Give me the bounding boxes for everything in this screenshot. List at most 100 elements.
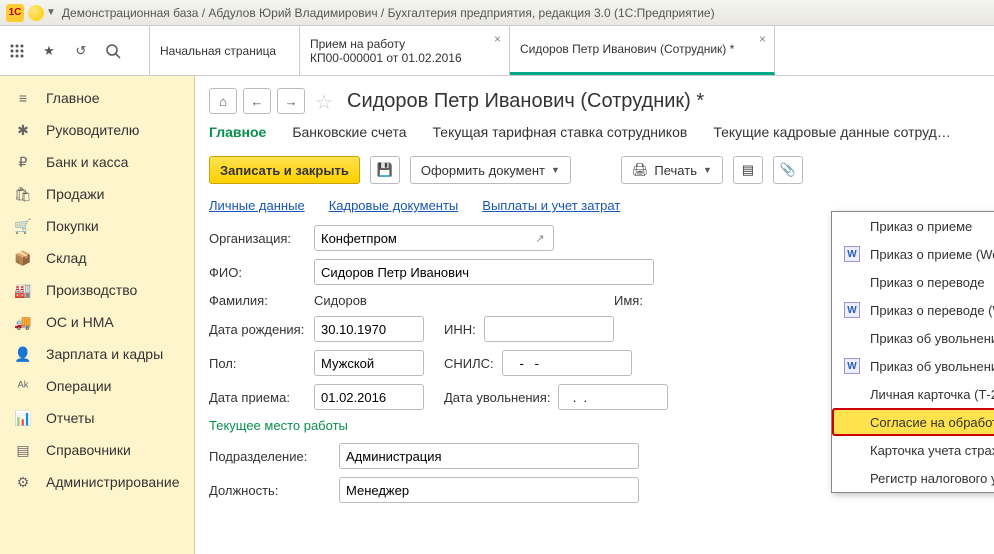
open-ref-icon[interactable]: ↗	[530, 228, 550, 248]
tab-start-page[interactable]: Начальная страница	[150, 26, 300, 75]
pos-label: Должность:	[209, 483, 339, 498]
title-bar: 1С ▼ Демонстрационная база / Абдулов Юри…	[0, 0, 994, 26]
menu-item-label: Приказ о приеме	[870, 219, 972, 234]
app-logo-icon: 1С	[6, 4, 24, 22]
snils-input[interactable]	[502, 350, 632, 376]
close-icon[interactable]: ×	[759, 32, 766, 46]
tab-hire-doc[interactable]: Прием на работу КП00-000001 от 01.02.201…	[300, 26, 510, 75]
star-icon[interactable]: ★	[40, 42, 58, 60]
menu-item-label: Согласие на обработку ПДн...	[870, 415, 994, 430]
sidebar-item-main[interactable]: ≡Главное	[0, 82, 194, 114]
factory-icon: 🏭	[14, 281, 32, 299]
sidebar-item-operations[interactable]: ᴬᵏОперации	[0, 370, 194, 402]
fio-label: ФИО:	[209, 265, 314, 280]
dob-input[interactable]	[314, 316, 424, 342]
sidebar-item-label: Банк и касса	[46, 154, 128, 170]
sidebar-item-label: Администрирование	[46, 474, 180, 490]
home-button[interactable]: ⌂	[209, 88, 237, 114]
button-label: Печать	[654, 163, 697, 178]
fire-date-input[interactable]	[558, 384, 668, 410]
print-menu-item[interactable]: WПриказ о приеме (Word)	[832, 240, 994, 268]
sidebar-item-warehouse[interactable]: 📦Склад	[0, 242, 194, 274]
ruble-icon: ₽	[14, 153, 32, 171]
sidebar-item-admin[interactable]: ⚙Администрирование	[0, 466, 194, 498]
org-input[interactable]	[314, 225, 554, 251]
sidebar-item-reports[interactable]: 📊Отчеты	[0, 402, 194, 434]
sidebar-item-assets[interactable]: 🚚ОС и НМА	[0, 306, 194, 338]
print-menu-item[interactable]: •Личная карточка (Т-2)	[832, 380, 994, 408]
apps-icon[interactable]	[8, 42, 26, 60]
close-icon[interactable]: ×	[494, 32, 501, 46]
print-menu-item[interactable]: •Приказ об увольнении	[832, 324, 994, 352]
chevron-down-icon: ▼	[551, 165, 560, 175]
hire-date-input[interactable]	[314, 384, 424, 410]
sidebar-item-bank[interactable]: ₽ Банк и касса	[0, 146, 194, 178]
sidebar-item-manager[interactable]: ✱Руководителю	[0, 114, 194, 146]
save-and-close-button[interactable]: Записать и закрыть	[209, 156, 360, 184]
tool-strip: ★ ↺	[0, 26, 150, 76]
inn-input[interactable]	[484, 316, 614, 342]
snils-label: СНИЛС:	[444, 356, 494, 371]
tab-employee[interactable]: Сидоров Петр Иванович (Сотрудник) * ×	[510, 26, 775, 75]
sidebar-item-sales[interactable]: 🛍Продажи	[0, 178, 194, 210]
pos-input[interactable]	[339, 477, 639, 503]
ctab-bank[interactable]: Банковские счета	[292, 124, 406, 142]
create-document-button[interactable]: Оформить документ ▼	[410, 156, 571, 184]
dep-input[interactable]	[339, 443, 639, 469]
sex-label: Пол:	[209, 356, 314, 371]
print-menu-item[interactable]: •Приказ о приеме	[832, 212, 994, 240]
print-menu-item[interactable]: WПриказ о переводе (Word)	[832, 296, 994, 324]
ball-icon[interactable]	[28, 5, 44, 21]
forward-button[interactable]: →	[277, 88, 305, 114]
print-menu-item[interactable]: •Приказ о переводе	[832, 268, 994, 296]
print-menu-item[interactable]: W Приказ об увольнении (Word)	[832, 352, 994, 380]
attach-button[interactable]: 📎	[773, 156, 803, 184]
print-button[interactable]: 🖨Печать▼	[621, 156, 723, 184]
print-menu-item[interactable]: •Согласие на обработку ПДн...	[832, 408, 994, 436]
back-button[interactable]: ←	[243, 88, 271, 114]
list-icon: ▤	[742, 162, 754, 178]
link-hr-docs[interactable]: Кадровые документы	[329, 198, 459, 213]
menu-item-label: Приказ о переводе	[870, 275, 985, 290]
ctab-main[interactable]: Главное	[209, 124, 266, 142]
sidebar-item-label: Покупки	[46, 218, 99, 234]
fio-input[interactable]	[314, 259, 654, 285]
menu-item-label: Личная карточка (Т-2)	[870, 387, 994, 402]
sidebar-item-purchases[interactable]: 🛒Покупки	[0, 210, 194, 242]
print-menu-item[interactable]: •Регистр налогового учета по НДФЛ	[832, 464, 994, 492]
search-icon[interactable]	[104, 42, 122, 60]
report-button[interactable]: ▤	[733, 156, 763, 184]
sidebar-item-salary[interactable]: 👤Зарплата и кадры	[0, 338, 194, 370]
sidebar-item-catalogs[interactable]: ▤Справочники	[0, 434, 194, 466]
menu-item-label: Карточка учета страховых взносов	[870, 443, 994, 458]
tab-sublabel: КП00-000001 от 01.02.2016	[310, 51, 499, 65]
chevron-down-icon: ▼	[703, 165, 712, 175]
tab-label: Начальная страница	[160, 44, 289, 58]
sidebar-item-label: Операции	[46, 378, 112, 394]
menu-item-label: Приказ об увольнении	[870, 331, 994, 346]
page-title: Сидоров Петр Иванович (Сотрудник) *	[347, 90, 704, 113]
button-label: Оформить документ	[421, 163, 545, 178]
link-personal-data[interactable]: Личные данные	[209, 198, 305, 213]
menu-item-label: Приказ об увольнении (Word)	[870, 359, 994, 374]
menu-item-label: Приказ о переводе (Word)	[870, 303, 994, 318]
link-payments[interactable]: Выплаты и учет затрат	[482, 198, 620, 213]
favorite-star-icon[interactable]: ☆	[315, 90, 337, 112]
ctab-hr[interactable]: Текущие кадровые данные сотруд…	[713, 124, 951, 142]
print-menu-item[interactable]: •Карточка учета страховых взносов	[832, 436, 994, 464]
sidebar-item-label: Продажи	[46, 186, 104, 202]
sidebar-item-label: Производство	[46, 282, 137, 298]
sidebar-item-production[interactable]: 🏭 Производство	[0, 274, 194, 306]
chevron-down-icon[interactable]: ▼	[46, 7, 56, 18]
org-label: Организация:	[209, 231, 314, 246]
button-label: Записать и закрыть	[220, 163, 349, 178]
history-icon[interactable]: ↺	[72, 42, 90, 60]
dep-label: Подразделение:	[209, 449, 339, 464]
word-icon: W	[844, 358, 860, 374]
menu-icon: ≡	[14, 89, 32, 107]
tab-label: Сидоров Петр Иванович (Сотрудник) *	[520, 42, 764, 56]
sex-input[interactable]	[314, 350, 424, 376]
save-button[interactable]: 💾	[370, 156, 400, 184]
ctab-rate[interactable]: Текущая тарифная ставка сотрудников	[433, 124, 688, 142]
inn-label: ИНН:	[444, 322, 476, 337]
